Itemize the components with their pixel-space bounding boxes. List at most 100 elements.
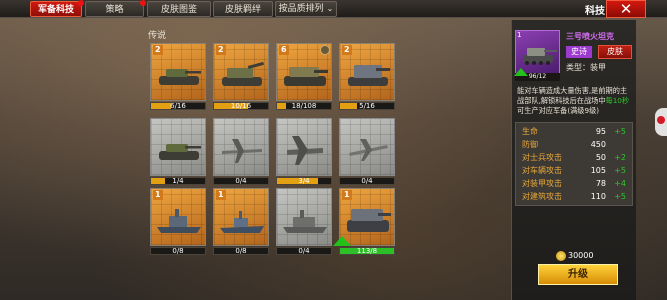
tank-icon [159,144,201,160]
mobile-cannon-icon [348,65,390,86]
progress-fill [277,103,286,109]
stat-bonus: +5 [614,192,626,201]
cost-value: 30000 [568,251,594,260]
stat-value: 450 [590,140,606,149]
notification-dot-icon [78,0,84,6]
card-level: 1 [153,190,163,200]
destroyer-icon [220,211,264,233]
stat-bonus: +5 [614,127,626,136]
progress-text: 6/16 [170,102,186,110]
rarity-badge: 史诗 [566,46,592,58]
portrait-level: 1 [517,31,522,39]
stat-label: 生命 [522,127,538,136]
medal-icon [320,45,330,55]
jet-plane-icon [349,139,388,161]
tab-skin-gallery[interactable]: 皮肤图鉴 [147,1,211,17]
card-progress-bar: 0/8 [213,247,269,255]
progress-text: 10/16 [230,102,252,110]
super-heavy-tank-icon [347,209,391,232]
stat-label: 防御 [522,140,538,149]
upgrade-cost: 30000 [556,250,593,262]
chevron-down-icon: ⌄ [326,4,334,13]
card-level: 1 [342,190,352,200]
card-progress-bar: 10/16 [213,102,269,110]
unit-card[interactable]: 1 [150,188,206,246]
notification-dot-icon [657,116,665,124]
notification-dot-icon [140,0,146,6]
stat-bonus: +5 [614,166,626,175]
coin-icon [556,250,566,261]
card-progress-bar: 113/8 [339,247,395,255]
card-progress-bar: 0/4 [339,177,395,185]
window-title: 科技 [585,6,605,17]
card-level: 1 [216,190,226,200]
stats-box: 生命 95 +5 防御 450 对士兵攻击 50 +2 对车辆攻击 105 +5 对装甲攻击 78 +4 对… [515,122,633,206]
progress-text: 0/8 [172,247,184,255]
cruiser-icon [283,210,327,233]
tank-icon [159,69,201,85]
stat-label: 对装甲攻击 [522,179,562,188]
top-tab-bar: 军备科技 策略 皮肤图鉴 皮肤羁绊 按品质排列 ⌄ 科技 ✕ [0,0,667,18]
stat-row: 防御 450 [522,139,632,151]
card-level: 6 [279,45,289,55]
stat-value: 110 [590,192,606,201]
progress-text: 3/4 [298,177,310,185]
stat-value: 50 [595,153,606,162]
card-progress-bar: 0/4 [276,247,332,255]
tab-label: 皮肤图鉴 [160,5,197,15]
stat-row: 对车辆攻击 105 +5 [522,165,632,177]
tab-skin-bond[interactable]: 皮肤羁绊 [213,1,273,17]
card-level: 2 [216,45,226,55]
stat-bonus: +4 [614,179,626,188]
close-button[interactable]: ✕ [606,0,646,18]
artillery-tank-icon [222,61,264,86]
upgrade-arrow-icon [333,236,351,246]
stat-row: 生命 95 +5 [522,126,632,138]
unit-card[interactable] [276,188,332,246]
card-progress-bar: 1/4 [150,177,206,185]
progress-fill [340,103,357,109]
card-progress-bar: 3/4 [276,177,332,185]
progress-text: 0/8 [235,247,247,255]
stat-bonus: +2 [614,153,626,162]
unit-card[interactable] [150,118,206,176]
stat-label: 对士兵攻击 [522,153,562,162]
unit-name: 三号喷火坦克 [566,32,614,41]
side-drawer-tab[interactable] [655,108,667,136]
unit-card[interactable] [339,118,395,176]
stat-value: 78 [595,179,606,188]
tab-label: 军备科技 [37,5,74,15]
upgrade-arrow-icon [514,68,528,76]
rarity-section-label: 传说 [148,31,167,41]
progress-fill [151,103,171,109]
battleship-icon [157,209,201,233]
card-level: 2 [153,45,163,55]
stat-label: 对建筑攻击 [522,192,562,201]
fighter-plane-icon [222,139,262,163]
tab-military-tech[interactable]: 军备科技 [30,0,84,17]
skin-button[interactable]: 皮肤 [598,45,632,59]
progress-fill [151,178,165,184]
unit-card[interactable]: 1 [213,188,269,246]
heavy-tank-icon [284,67,328,86]
unit-card[interactable] [213,118,269,176]
unit-card[interactable]: 2 [339,43,395,101]
progress-text: 0/4 [361,177,373,185]
card-level: 2 [342,45,352,55]
progress-text: 1/4 [172,177,184,185]
unit-card[interactable]: 2 [150,43,206,101]
card-progress-bar: 5/16 [339,102,395,110]
card-progress-bar: 6/16 [150,102,206,110]
progress-text: 113/8 [356,247,378,255]
stat-row: 对装甲攻击 78 +4 [522,178,632,190]
description-text-end: 可生产对应军备(满级9级) [517,106,600,115]
sort-dropdown[interactable]: 按品质排列 ⌄ [275,1,337,17]
upgrade-button[interactable]: 升级 [538,264,618,285]
unit-card[interactable]: 6 [276,43,332,101]
stat-row: 对士兵攻击 50 +2 [522,152,632,164]
unit-card[interactable]: 2 [213,43,269,101]
bomber-plane-icon [287,136,323,165]
description-highlight: 每10秒 [605,96,630,105]
unit-card[interactable] [276,118,332,176]
tab-strategy[interactable]: 策略 [85,0,146,17]
